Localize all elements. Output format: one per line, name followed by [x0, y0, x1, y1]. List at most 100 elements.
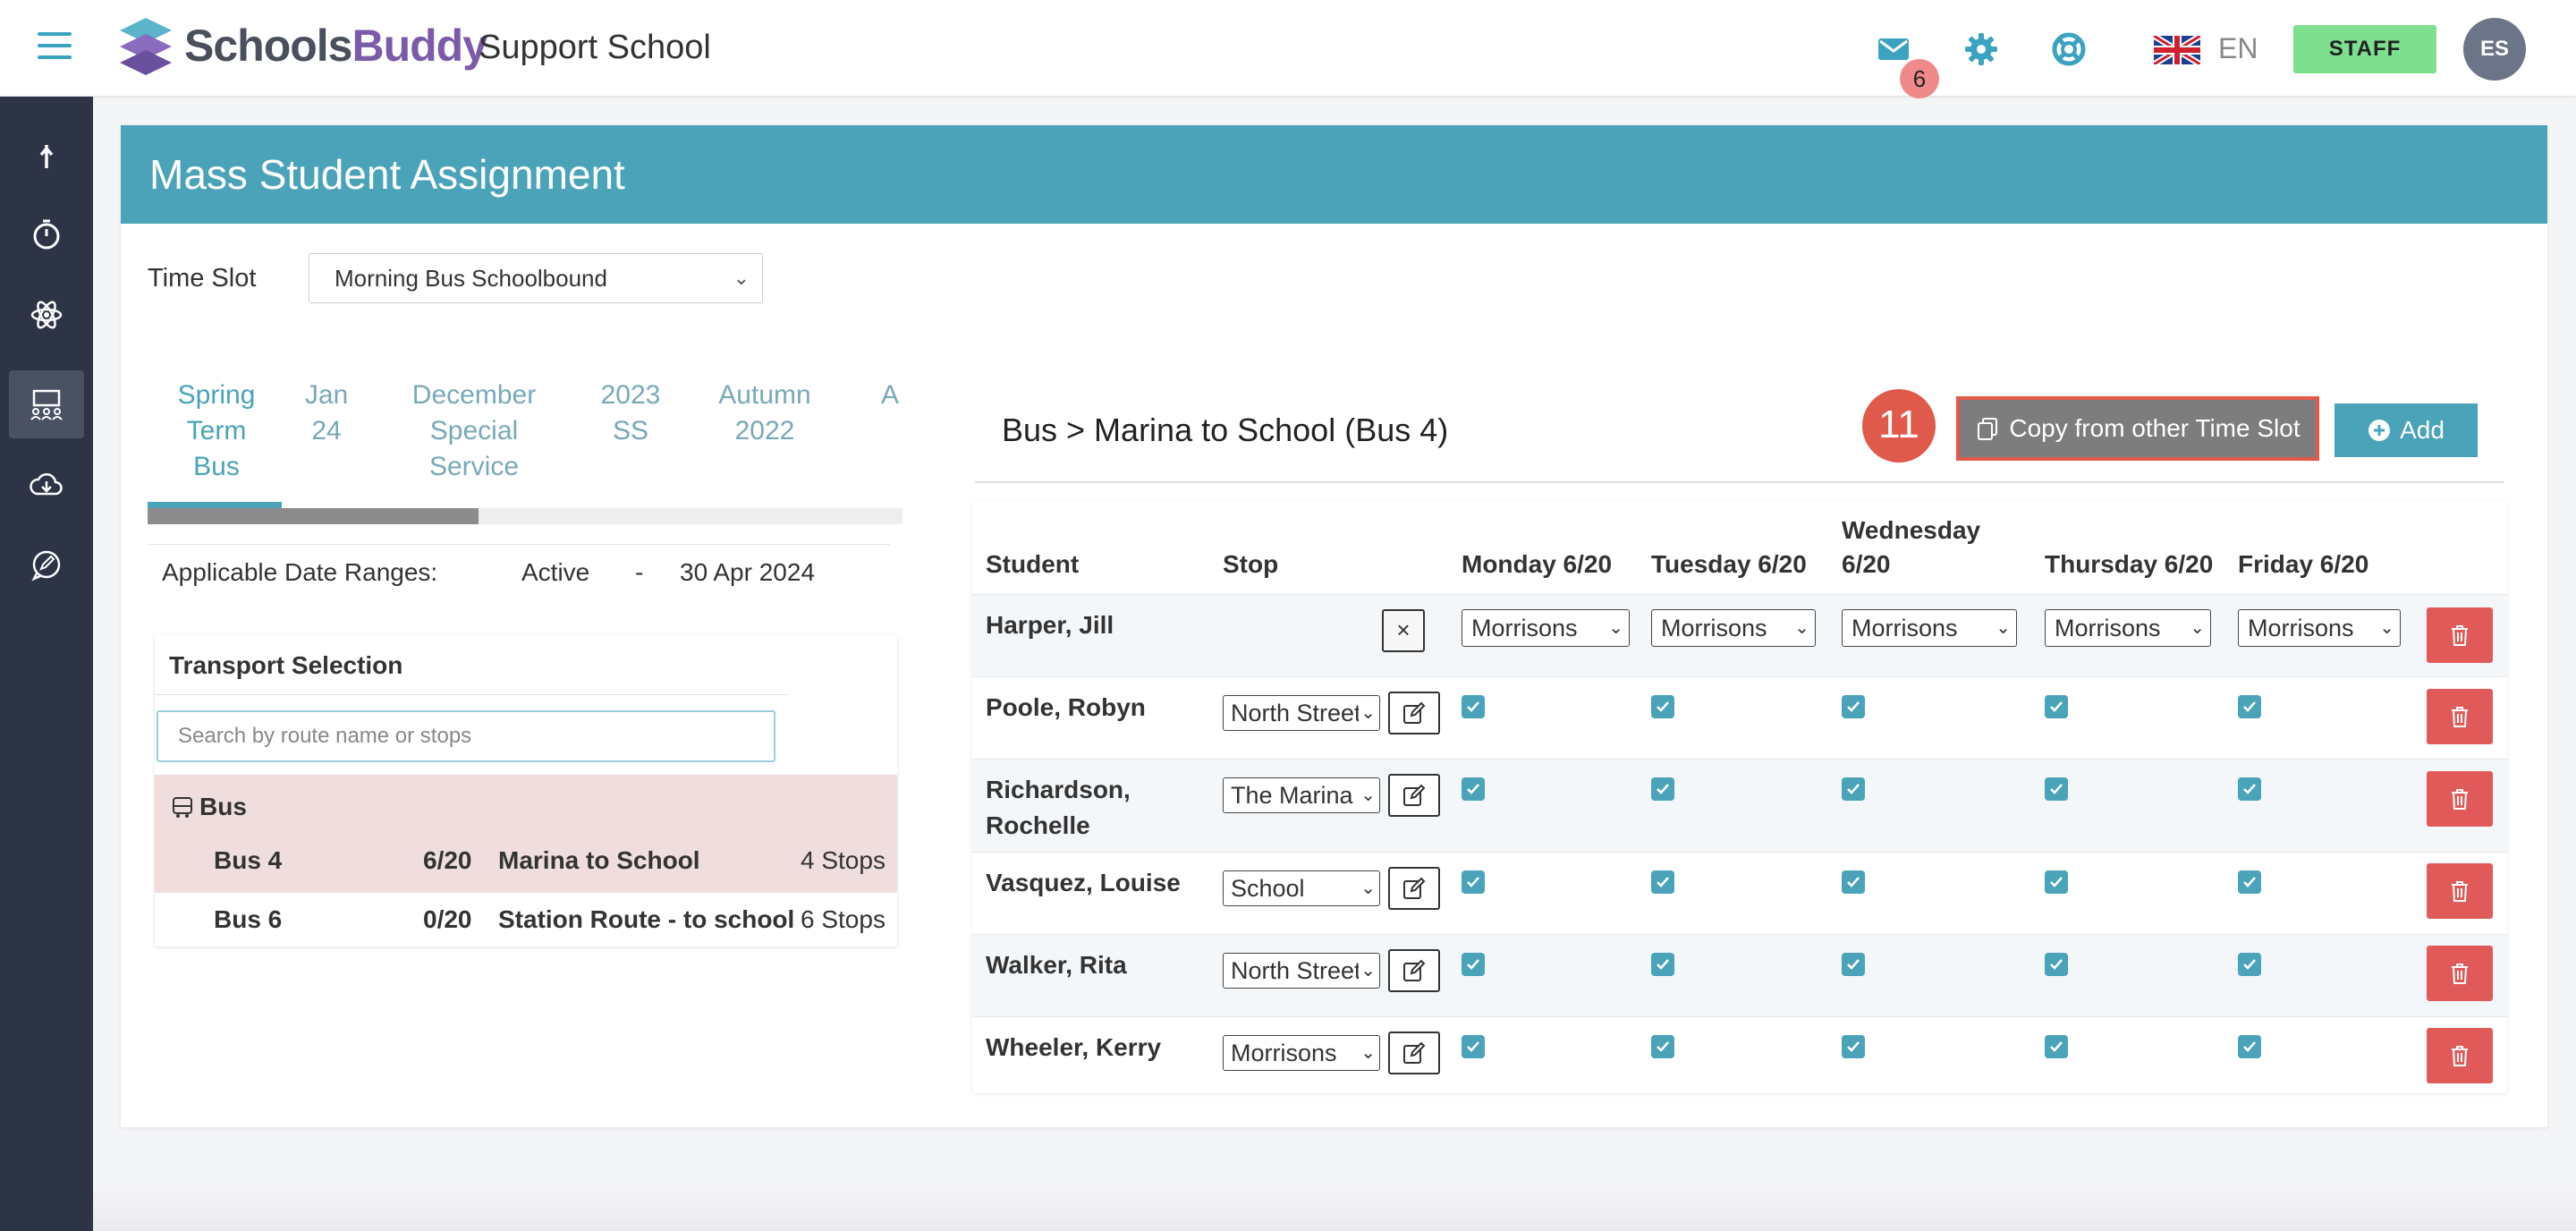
tab-spring-term-bus[interactable]: Spring Term Bus [167, 378, 266, 485]
sidebar-item-activities[interactable] [9, 281, 84, 349]
tuesday-stop-select[interactable]: Morrisons ⌄ [1651, 609, 1816, 647]
thursday-checkbox[interactable] [2045, 953, 2068, 976]
sidebar-item-downloads[interactable] [9, 451, 84, 519]
column-header-thursday: Thursday 6/20 [2045, 550, 2214, 578]
thursday-stop-select[interactable]: Morrisons ⌄ [2045, 609, 2211, 647]
check-icon [1657, 877, 1669, 887]
monday-checkbox[interactable] [1462, 695, 1485, 718]
friday-stop-select[interactable]: Morrisons ⌄ [2238, 609, 2401, 647]
edit-stop-button[interactable] [1388, 774, 1440, 817]
time-slot-label: Time Slot [148, 264, 257, 293]
chat-edit-icon [31, 550, 61, 582]
wednesday-checkbox[interactable] [1842, 870, 1865, 894]
add-button[interactable]: Add [2334, 403, 2478, 457]
language-selector[interactable]: EN [2218, 32, 2258, 65]
friday-checkbox[interactable] [2238, 777, 2261, 801]
delete-row-button[interactable] [2427, 863, 2493, 919]
route-row-bus-4[interactable]: Bus 4 6/20 Marina to School 4 Stops [155, 832, 897, 891]
wednesday-checkbox[interactable] [1842, 1035, 1865, 1058]
monday-checkbox[interactable] [1462, 953, 1485, 976]
sidebar-item-export[interactable] [9, 120, 84, 188]
sidebar-item-transport[interactable] [9, 370, 84, 438]
friday-checkbox[interactable] [2238, 870, 2261, 894]
route-search-input[interactable]: Search by route name or stops [157, 710, 775, 762]
tabs-scrollbar-thumb[interactable] [148, 508, 479, 524]
tab-jan-24[interactable]: Jan 24 [300, 378, 353, 449]
step-marker: 11 [1862, 389, 1936, 463]
delete-row-button[interactable] [2427, 771, 2493, 827]
chevron-down-icon: ⌄ [1359, 778, 1376, 812]
stop-select[interactable]: Morrisons ⌄ [1223, 1035, 1380, 1071]
route-capacity: 6/20 [423, 846, 472, 874]
tab-truncated[interactable]: A [881, 378, 902, 413]
time-slot-select[interactable]: Morning Bus Schoolbound ⌄ [309, 253, 763, 303]
edit-stop-button[interactable] [1388, 867, 1440, 910]
trash-icon [2452, 707, 2468, 727]
edit-stop-button[interactable] [1388, 1031, 1440, 1074]
friday-checkbox[interactable] [2238, 953, 2261, 976]
tuesday-checkbox[interactable] [1651, 1035, 1674, 1058]
wednesday-stop-select[interactable]: Morrisons ⌄ [1842, 609, 2017, 647]
check-icon [2243, 877, 2256, 887]
wednesday-checkbox[interactable] [1842, 695, 1865, 718]
stop-select[interactable]: North Street ⌄ [1223, 953, 1380, 989]
column-header-stop: Stop [1223, 550, 1279, 578]
assignment-title: Bus > Marina to School (Bus 4) [1002, 412, 1449, 448]
edit-icon [1403, 784, 1426, 806]
delete-row-button[interactable] [2427, 946, 2493, 1001]
check-icon [1847, 701, 1860, 712]
tuesday-checkbox[interactable] [1651, 777, 1674, 801]
copy-from-time-slot-button[interactable]: Copy from other Time Slot [1956, 396, 2319, 461]
thursday-checkbox[interactable] [2045, 695, 2068, 718]
tuesday-checkbox[interactable] [1651, 870, 1674, 894]
edit-stop-button[interactable] [1388, 692, 1440, 734]
tab-december-special-service[interactable]: December Special Service [407, 378, 541, 485]
sidebar-item-timer[interactable] [9, 200, 84, 268]
gear-icon[interactable] [1962, 30, 2000, 68]
delete-row-button[interactable] [2427, 607, 2493, 663]
wednesday-checkbox[interactable] [1842, 777, 1865, 801]
uk-flag-icon[interactable] [2154, 36, 2200, 64]
staff-button[interactable]: STAFF [2293, 25, 2436, 73]
tab-autumn-2022[interactable]: Autumn 2022 [716, 378, 814, 449]
monday-checkbox[interactable] [1462, 870, 1485, 894]
column-header-student: Student [986, 550, 1080, 578]
tuesday-checkbox[interactable] [1651, 695, 1674, 718]
chevron-down-icon: ⌄ [1359, 1036, 1376, 1070]
route-row-bus-6[interactable]: Bus 6 0/20 Station Route - to school 6 S… [155, 891, 897, 950]
stop-select[interactable]: School ⌄ [1223, 870, 1380, 906]
school-name: Support School [479, 29, 711, 66]
menu-icon[interactable] [38, 32, 72, 61]
chevron-down-icon: ⌄ [2379, 618, 2394, 638]
date-range-end: 30 Apr 2024 [680, 558, 816, 586]
thursday-checkbox[interactable] [2045, 777, 2068, 801]
monday-checkbox[interactable] [1462, 1035, 1485, 1058]
delete-row-button[interactable] [2427, 689, 2493, 744]
plus-circle-icon [2368, 420, 2391, 441]
clear-stop-button[interactable]: × [1382, 609, 1425, 652]
tab-2023-ss[interactable]: 2023 SS [595, 378, 666, 449]
check-icon [1657, 701, 1669, 712]
support-lifebuoy-icon[interactable] [2050, 30, 2088, 68]
stop-select[interactable]: North Street ⌄ [1223, 695, 1380, 731]
check-icon [1467, 959, 1479, 970]
delete-row-button[interactable] [2427, 1028, 2493, 1083]
table-row: Harper, Jill × Morrisons ⌄ Morrisons ⌄ Mor… [972, 594, 2507, 676]
sidebar-item-feedback[interactable] [9, 531, 84, 599]
monday-stop-select[interactable]: Morrisons ⌄ [1462, 609, 1630, 647]
avatar[interactable]: ES [2463, 18, 2526, 81]
column-header-tuesday: Tuesday 6/20 [1651, 550, 1807, 578]
stop-select[interactable]: The Marina ⌄ [1223, 777, 1380, 813]
thursday-checkbox[interactable] [2045, 870, 2068, 894]
trash-icon [2452, 625, 2468, 646]
thursday-checkbox[interactable] [2045, 1035, 2068, 1058]
divider [155, 694, 788, 695]
edit-stop-button[interactable] [1388, 949, 1440, 992]
logo-icon [120, 18, 172, 75]
monday-checkbox[interactable] [1462, 777, 1485, 801]
friday-checkbox[interactable] [2238, 1035, 2261, 1058]
friday-checkbox[interactable] [2238, 695, 2261, 718]
tuesday-checkbox[interactable] [1651, 953, 1674, 976]
check-icon [1847, 784, 1860, 794]
wednesday-checkbox[interactable] [1842, 953, 1865, 976]
